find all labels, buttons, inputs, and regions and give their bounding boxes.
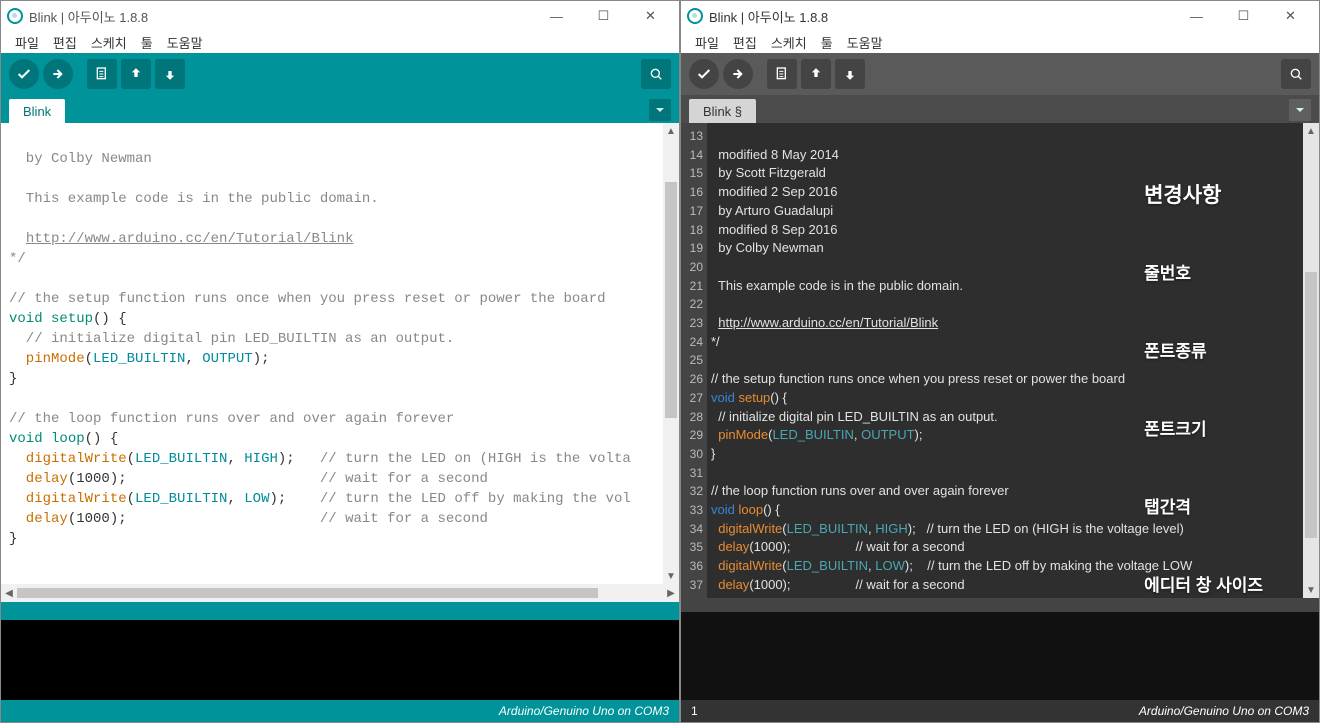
menu-file[interactable]: 파일 bbox=[689, 31, 725, 54]
menubar: 파일 편집 스케치 툴 도움말 bbox=[1, 31, 679, 53]
serial-monitor-button[interactable] bbox=[641, 59, 671, 89]
maximize-button[interactable]: ☐ bbox=[581, 2, 626, 30]
menu-help[interactable]: 도움말 bbox=[841, 31, 889, 54]
menu-help[interactable]: 도움말 bbox=[161, 31, 209, 54]
menu-sketch[interactable]: 스케치 bbox=[765, 31, 813, 54]
line-number-gutter: 13 14 15 16 17 18 19 20 21 22 23 24 25 2… bbox=[681, 123, 707, 598]
tabstrip: Blink § bbox=[681, 95, 1319, 123]
vertical-scrollbar[interactable]: ▲ ▼ bbox=[663, 123, 679, 584]
serial-monitor-button[interactable] bbox=[1281, 59, 1311, 89]
arduino-window-light: Blink | 아두이노 1.8.8 — ☐ ✕ 파일 편집 스케치 툴 도움말… bbox=[0, 0, 680, 723]
board-port-label: Arduino/Genuino Uno on COM3 bbox=[1139, 704, 1309, 718]
changes-overlay: 변경사항 줄번호 폰트종류 폰트크기 탭간격 에디터 창 사이즈 bbox=[1144, 131, 1263, 598]
arduino-icon bbox=[7, 8, 23, 24]
save-button[interactable] bbox=[155, 59, 185, 89]
maximize-button[interactable]: ☐ bbox=[1221, 2, 1266, 30]
code-editor[interactable]: by Colby Newman This example code is in … bbox=[1, 123, 679, 584]
toolbar bbox=[681, 53, 1319, 95]
tab-blink[interactable]: Blink bbox=[9, 99, 65, 123]
output-console[interactable] bbox=[1, 620, 679, 700]
tutorial-link[interactable]: http://www.arduino.cc/en/Tutorial/Blink bbox=[718, 315, 938, 330]
menu-tools[interactable]: 툴 bbox=[815, 31, 839, 54]
overlay-title: 변경사항 bbox=[1144, 183, 1263, 209]
verify-button[interactable] bbox=[689, 59, 719, 89]
upload-button[interactable] bbox=[723, 59, 753, 89]
verify-button[interactable] bbox=[9, 59, 39, 89]
window-title: Blink | 아두이노 1.8.8 bbox=[709, 7, 1174, 26]
window-title: Blink | 아두이노 1.8.8 bbox=[29, 7, 534, 26]
code-area[interactable]: modified 8 May 2014 by Scott Fitzgerald … bbox=[707, 123, 1303, 598]
menu-sketch[interactable]: 스케치 bbox=[85, 31, 133, 54]
window-controls: — ☐ ✕ bbox=[1174, 2, 1313, 30]
arduino-icon bbox=[687, 8, 703, 24]
message-bar bbox=[681, 598, 1319, 612]
tab-menu-button[interactable] bbox=[1289, 99, 1311, 121]
minimize-button[interactable]: — bbox=[1174, 2, 1219, 30]
toolbar bbox=[1, 53, 679, 95]
menu-edit[interactable]: 편집 bbox=[47, 31, 83, 54]
tab-blink[interactable]: Blink § bbox=[689, 99, 756, 123]
close-button[interactable]: ✕ bbox=[1268, 2, 1313, 30]
message-bar bbox=[1, 602, 679, 620]
minimize-button[interactable]: — bbox=[534, 2, 579, 30]
new-button[interactable] bbox=[767, 59, 797, 89]
tab-menu-button[interactable] bbox=[649, 99, 671, 121]
tabstrip: Blink bbox=[1, 95, 679, 123]
tutorial-link[interactable]: http://www.arduino.cc/en/Tutorial/Blink bbox=[26, 231, 354, 247]
close-button[interactable]: ✕ bbox=[628, 2, 673, 30]
upload-button[interactable] bbox=[43, 59, 73, 89]
code-area[interactable]: by Colby Newman This example code is in … bbox=[1, 123, 663, 584]
line-indicator: 1 bbox=[691, 704, 698, 718]
vertical-scrollbar[interactable]: ▲ ▼ bbox=[1303, 123, 1319, 598]
window-controls: — ☐ ✕ bbox=[534, 2, 673, 30]
output-console[interactable] bbox=[681, 612, 1319, 700]
menubar: 파일 편집 스케치 툴 도움말 bbox=[681, 31, 1319, 53]
menu-tools[interactable]: 툴 bbox=[135, 31, 159, 54]
horizontal-scrollbar[interactable]: ◀▶ bbox=[1, 584, 679, 602]
titlebar[interactable]: Blink | 아두이노 1.8.8 — ☐ ✕ bbox=[1, 1, 679, 31]
menu-edit[interactable]: 편집 bbox=[727, 31, 763, 54]
open-button[interactable] bbox=[121, 59, 151, 89]
menu-file[interactable]: 파일 bbox=[9, 31, 45, 54]
board-port-label: Arduino/Genuino Uno on COM3 bbox=[499, 704, 669, 718]
status-bar: 1 Arduino/Genuino Uno on COM3 bbox=[681, 700, 1319, 722]
titlebar[interactable]: Blink | 아두이노 1.8.8 — ☐ ✕ bbox=[681, 1, 1319, 31]
code-editor[interactable]: 13 14 15 16 17 18 19 20 21 22 23 24 25 2… bbox=[681, 123, 1319, 598]
status-bar: Arduino/Genuino Uno on COM3 bbox=[1, 700, 679, 722]
save-button[interactable] bbox=[835, 59, 865, 89]
new-button[interactable] bbox=[87, 59, 117, 89]
open-button[interactable] bbox=[801, 59, 831, 89]
arduino-window-dark: Blink | 아두이노 1.8.8 — ☐ ✕ 파일 편집 스케치 툴 도움말… bbox=[680, 0, 1320, 723]
